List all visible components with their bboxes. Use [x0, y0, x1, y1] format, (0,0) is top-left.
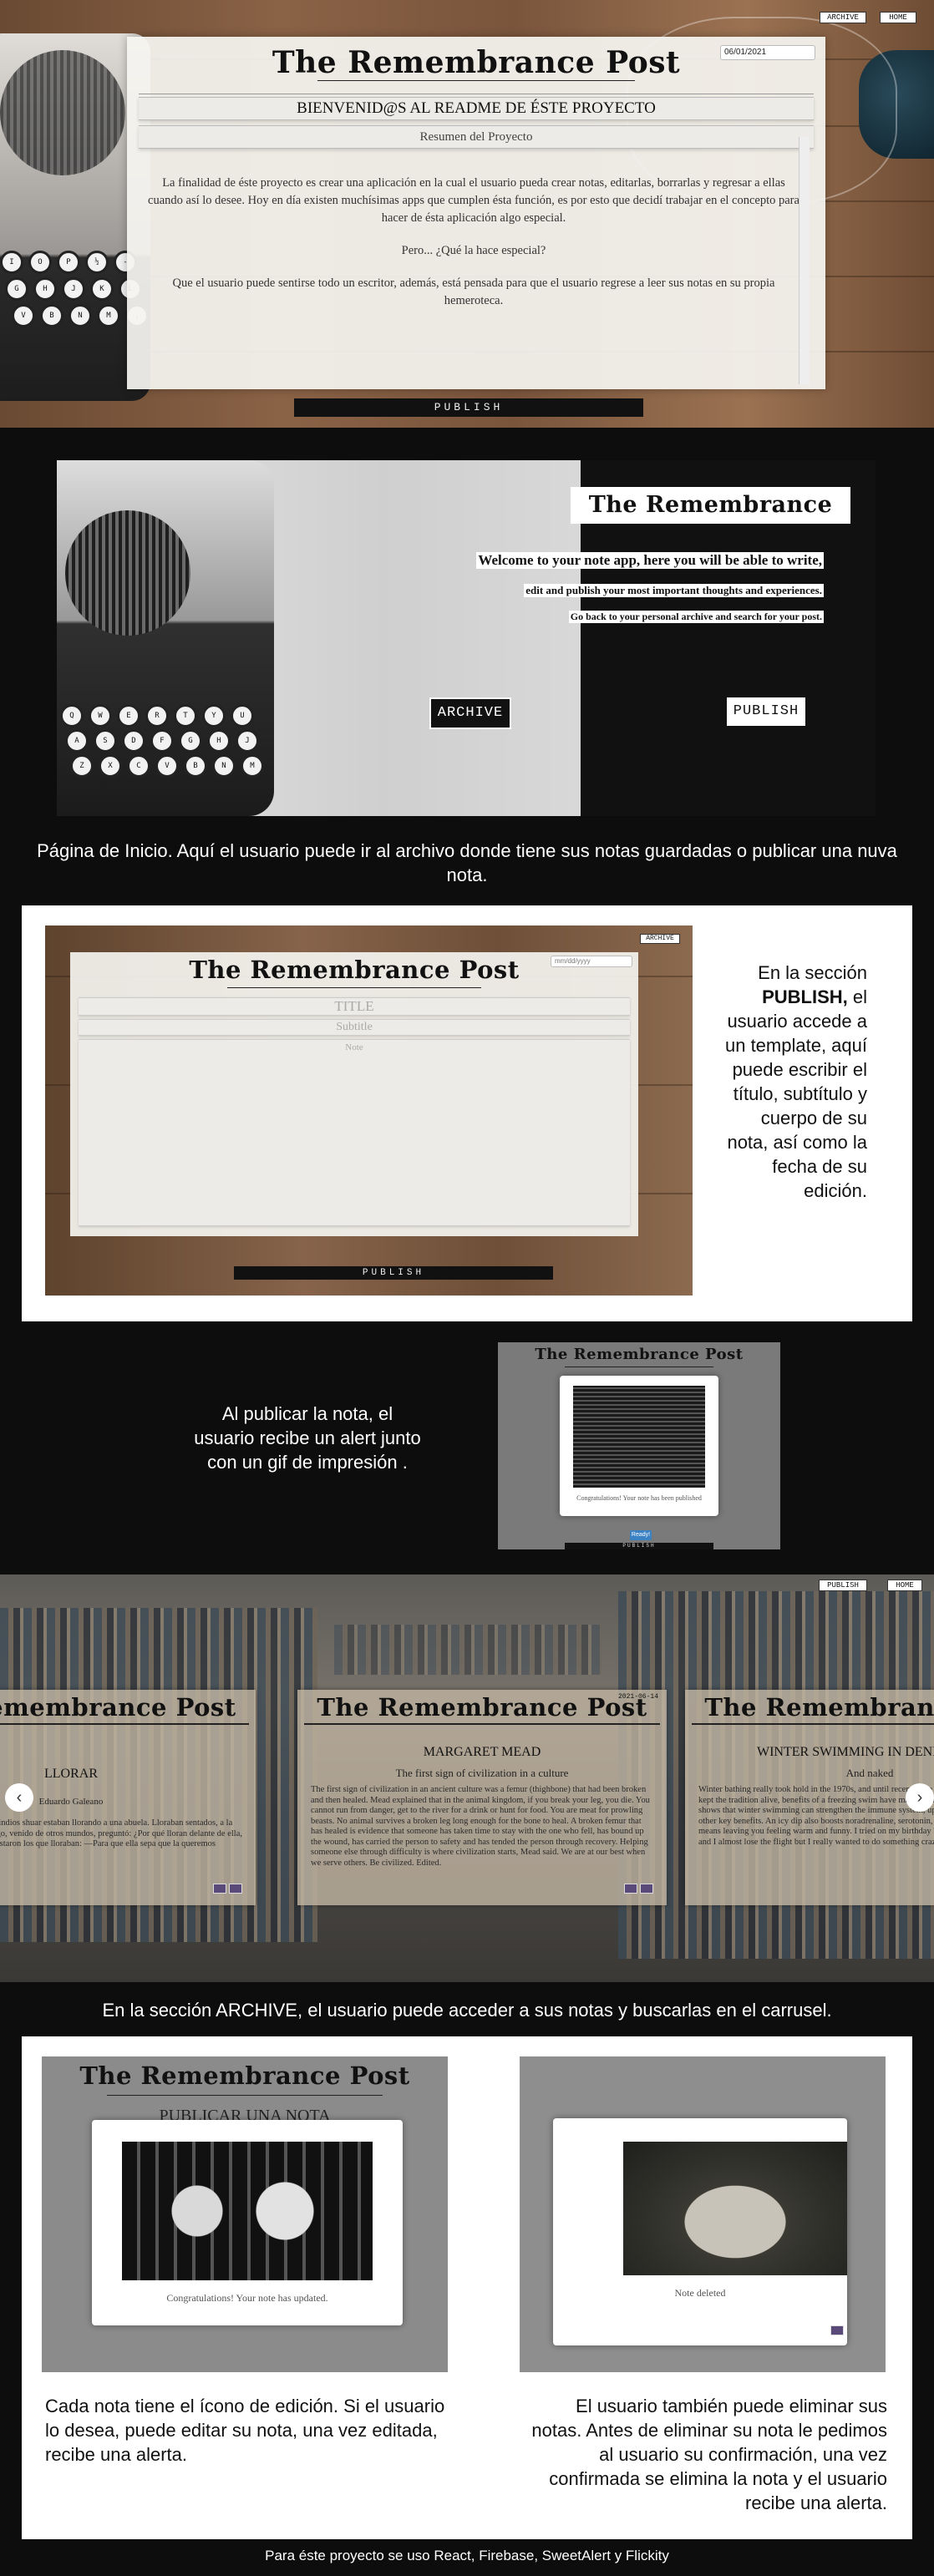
footer-text: Para éste proyecto se uso React, Firebas… — [265, 2548, 669, 2563]
alert-message: Congratulations! Your note has been publ… — [576, 1494, 702, 1502]
publish-description: En la sección PUBLISH, el usuario accede… — [718, 961, 867, 1203]
delete-caption: El usuario también puede eliminar sus no… — [531, 2396, 887, 2513]
description-prefix: En la sección — [758, 962, 867, 983]
note-subtitle: And naked — [845, 1767, 894, 1779]
home-nav-button[interactable]: HOME — [880, 12, 916, 23]
note-textarea[interactable]: Note — [79, 1039, 630, 1226]
publish-nav-button[interactable]: PUBLISH — [819, 1580, 867, 1591]
alert-caption: Al publicar la nota, el usuario recibe u… — [194, 1403, 421, 1473]
readme-body: La finalidad de éste proyecto es crear u… — [144, 175, 804, 325]
delete-icon[interactable] — [640, 1884, 653, 1894]
date-input[interactable]: mm/dd/yyyy — [551, 956, 632, 967]
brand-title: The Remembrance Post — [79, 2061, 410, 2090]
home-caption: Página de Inicio. Aquí el usuario puede … — [37, 840, 897, 885]
publish-template-screenshot: ARCHIVE The Remembrance Post mm/dd/yyyy … — [45, 925, 693, 1296]
archive-nav-button[interactable]: ARCHIVE — [820, 12, 866, 23]
delete-icon[interactable] — [229, 1884, 242, 1894]
readme-subheading: Resumen del Proyecto — [139, 125, 814, 149]
publish-button[interactable]: PUBLISH — [727, 697, 805, 726]
carousel-note-card[interactable]: The Remembrance Post LLORAR Eduardo Gale… — [0, 1690, 256, 1905]
home-nav-button[interactable]: HOME — [887, 1580, 922, 1591]
alert-message: Note deleted — [674, 2287, 726, 2299]
alert-screenshot: The Remembrance Post Congratulations! Yo… — [498, 1342, 780, 1549]
delete-alert-screenshot: Note deleted — [520, 2056, 886, 2372]
description-rest: el usuario accede a un template, aquí pu… — [724, 986, 867, 1201]
archive-caption: En la sección ARCHIVE, el usuario puede … — [102, 2000, 832, 2021]
brand-title: The Remembrance Post — [535, 1346, 744, 1363]
typewriter-roller — [0, 50, 125, 175]
note-title: LLORAR — [44, 1767, 98, 1781]
trash-bin-image — [623, 2142, 847, 2275]
typewriter-roller — [65, 510, 190, 636]
alert-modal: Congratulations! Your note has updated. — [92, 2120, 403, 2325]
archive-nav-button[interactable]: ARCHIVE — [640, 934, 680, 944]
publish-card: The Remembrance Post mm/dd/yyyy TITLE Su… — [70, 952, 638, 1236]
note-title: MARGARET MEAD — [423, 1745, 541, 1759]
description-bold: PUBLISH, — [762, 986, 848, 1007]
typing-image — [122, 2142, 373, 2280]
note-subtitle: Eduardo Galeano — [38, 1797, 104, 1807]
home-line-2: edit and publish your most important tho… — [524, 584, 824, 597]
printing-gif — [573, 1386, 705, 1488]
note-body: Winter bathing really took hold in the 1… — [698, 1785, 934, 1847]
title-input[interactable]: TITLE — [79, 997, 630, 1016]
edit-alert-screenshot: The Remembrance Post PUBLICAR UNA NOTA C… — [42, 2056, 448, 2372]
carousel-note-card[interactable]: 2021-06-14 The Remembrance Post WINTER S… — [685, 1690, 934, 1905]
alert-message: Congratulations! Your note has updated. — [166, 2292, 328, 2304]
alert-modal: Note deleted — [553, 2118, 847, 2345]
readme-card: The Remembrance Post 06/01/2021 BIENVENI… — [127, 37, 825, 389]
publish-button[interactable]: PUBLISH — [565, 1543, 713, 1549]
typewriter-keys: IOP½- — [0, 251, 137, 274]
edit-icon[interactable] — [624, 1884, 637, 1894]
readme-paragraph-2: Pero... ¿Qué la hace especial? — [401, 244, 546, 257]
date-input[interactable]: 06/01/2021 — [720, 45, 815, 60]
edit-icon[interactable] — [213, 1884, 226, 1894]
note-body: Arrancaba ecuatoriana. Los indios shuar … — [0, 1818, 242, 1848]
publish-button[interactable]: PUBLISH — [294, 398, 643, 417]
title-rule — [317, 80, 635, 81]
readme-hero-section: IOP½- GHJKL VBNM, ARCHIVE HOME The Remem… — [0, 0, 934, 428]
carousel-next-button[interactable]: › — [906, 1783, 934, 1812]
readme-paragraph-1: La finalidad de éste proyecto es crear u… — [148, 176, 799, 225]
readme-heading: BIENVENID@S AL README DE ÉSTE PROYECTO — [139, 97, 814, 120]
publish-button[interactable]: PUBLISH — [234, 1266, 553, 1280]
home-line-3: Go back to your personal archive and sea… — [568, 611, 824, 623]
note-body: The first sign of civilization in an anc… — [311, 1785, 650, 1868]
delete-icon[interactable] — [830, 2325, 844, 2335]
note-subtitle: The first sign of civilization in a cult… — [395, 1767, 569, 1779]
subtitle-input[interactable]: Subtitle — [79, 1019, 630, 1036]
archive-button[interactable]: ARCHIVE — [429, 697, 511, 729]
carousel-note-card[interactable]: 2021-06-14 The Remembrance Post MARGARET… — [297, 1690, 667, 1905]
readme-paragraph-3: Que el usuario puede sentirse todo un es… — [172, 276, 775, 307]
note-title: WINTER SWIMMING IN DENMARK — [757, 1745, 934, 1759]
card-brand: The Remembrance Post — [0, 1693, 236, 1722]
card-brand: The Remembrance Post — [704, 1693, 934, 1722]
alert-ok-button[interactable]: Ready! — [630, 1530, 652, 1540]
archive-screenshot: PUBLISH HOME The Remembrance Post LLORAR… — [0, 1575, 934, 1982]
brand-title: The Remembrance Post — [571, 487, 850, 555]
alert-modal: Congratulations! Your note has been publ… — [560, 1376, 718, 1516]
card-brand: The Remembrance Post — [317, 1693, 647, 1722]
home-welcome-text: Welcome to your note app, here you will … — [476, 552, 824, 569]
carousel-prev-button[interactable]: ‹ — [5, 1783, 33, 1812]
home-page-screenshot: QWERTYU ASDFGHJ ZXCVBNM The Remembrance … — [57, 460, 876, 816]
scrollbar[interactable] — [799, 137, 810, 384]
edit-caption: Cada nota tiene el ícono de edición. Si … — [45, 2396, 445, 2465]
